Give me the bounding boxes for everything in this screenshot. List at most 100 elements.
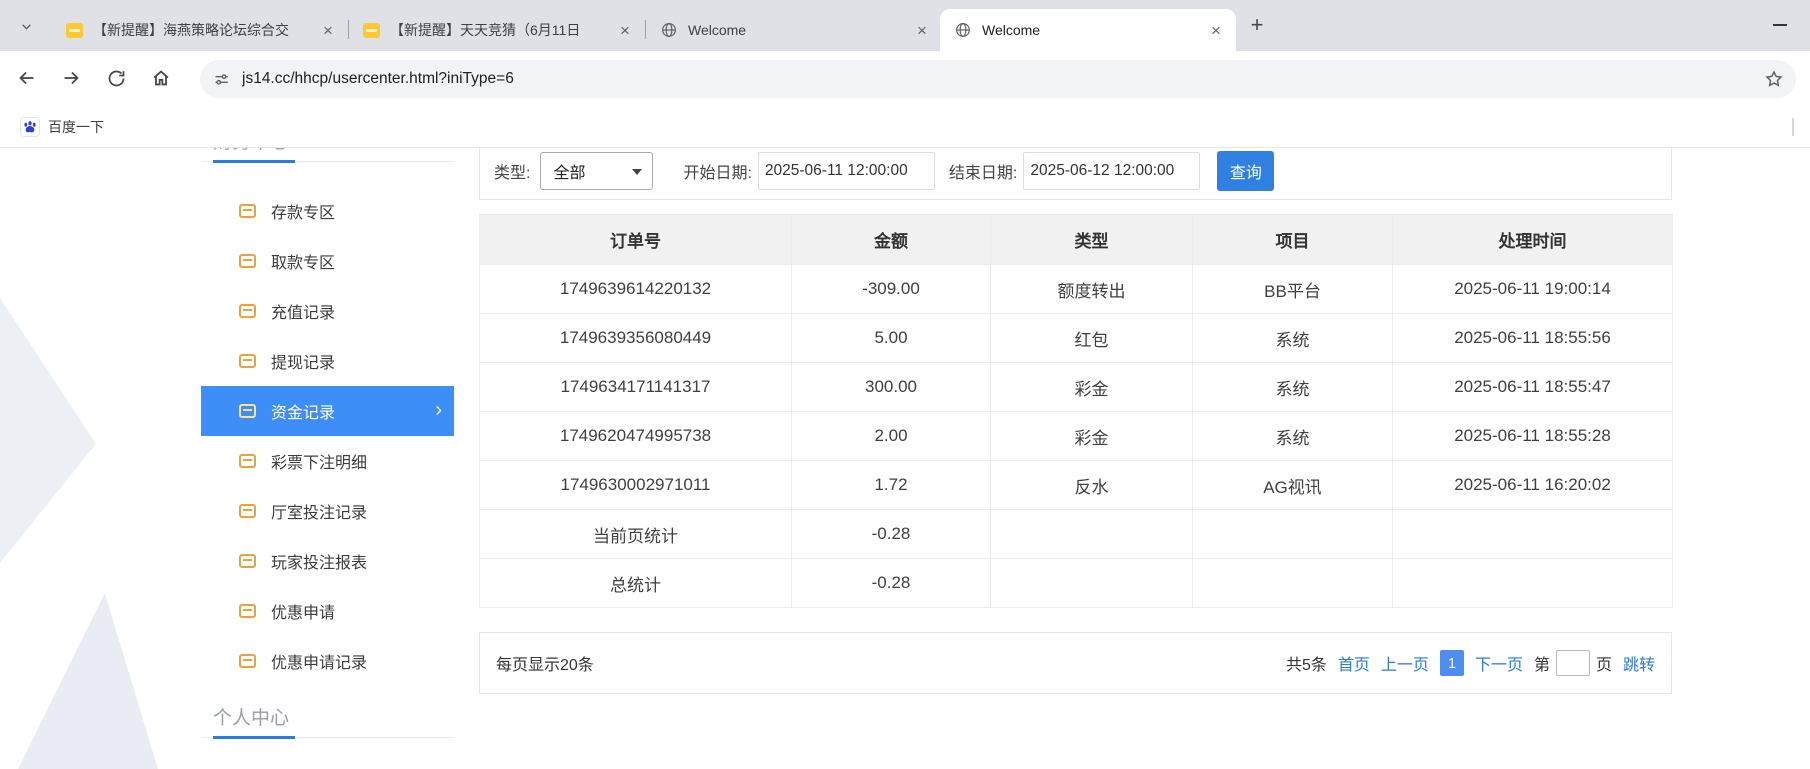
tab-close-icon[interactable] bbox=[615, 20, 635, 40]
reload-button[interactable] bbox=[99, 61, 133, 95]
bookmarks-bar-divider bbox=[1792, 118, 1794, 136]
type-select[interactable]: 全部 bbox=[540, 152, 653, 190]
next-page-link[interactable]: 下一页 bbox=[1475, 651, 1523, 675]
cell-project bbox=[1193, 559, 1393, 608]
type-label: 类型: bbox=[494, 159, 530, 183]
recharge-record-icon bbox=[239, 304, 256, 318]
col-process-time: 处理时间 bbox=[1393, 215, 1673, 265]
cell-amount: -0.28 bbox=[792, 510, 991, 559]
chevron-down-icon bbox=[20, 20, 33, 33]
decor-triangle bbox=[0, 298, 96, 563]
bookmark-label: 百度一下 bbox=[48, 117, 104, 137]
tab-close-icon[interactable] bbox=[1206, 20, 1226, 40]
page-jump-input[interactable] bbox=[1556, 650, 1590, 676]
col-project: 项目 bbox=[1193, 215, 1393, 265]
pagination-panel: 每页显示20条 共5条 首页 上一页 1 下一页 第 页 跳转 bbox=[479, 632, 1672, 694]
player-bet-report-icon bbox=[239, 554, 256, 568]
cell-amount: -0.28 bbox=[792, 559, 991, 608]
sidebar-item-label: 玩家投注报表 bbox=[271, 549, 367, 573]
cell-project: 系统 bbox=[1193, 314, 1393, 363]
promo-apply-icon bbox=[239, 604, 256, 618]
cell-type: 反水 bbox=[991, 461, 1193, 510]
home-button[interactable] bbox=[144, 61, 178, 95]
cell-process-time bbox=[1393, 559, 1673, 608]
cell-order-id: 1749639614220132 bbox=[480, 265, 792, 314]
sidebar-section-personal: 个人中心 bbox=[201, 694, 454, 738]
cell-type bbox=[991, 510, 1193, 559]
total-count-text: 共5条 bbox=[1286, 651, 1327, 675]
globe-icon bbox=[660, 21, 678, 39]
cell-amount: -309.00 bbox=[792, 265, 991, 314]
tab-close-icon[interactable] bbox=[318, 20, 338, 40]
sidebar-item-promo-apply-records[interactable]: 优惠申请记录 bbox=[201, 636, 454, 686]
cell-type: 额度转出 bbox=[991, 265, 1193, 314]
table-row: 1749634171141317 300.00 彩金 系统 2025-06-11… bbox=[480, 363, 1673, 412]
forward-arrow-icon bbox=[60, 67, 82, 89]
sidebar-item-promo-apply[interactable]: 优惠申请 bbox=[201, 586, 454, 636]
sidebar-item-label: 优惠申请 bbox=[271, 599, 335, 623]
window-minimize-button[interactable] bbox=[1763, 8, 1797, 42]
forward-button[interactable] bbox=[54, 61, 88, 95]
reload-icon bbox=[106, 68, 127, 89]
cell-amount: 5.00 bbox=[792, 314, 991, 363]
table-header-row: 订单号 金额 类型 项目 处理时间 bbox=[480, 215, 1673, 265]
table-row: 1749639614220132 -309.00 额度转出 BB平台 2025-… bbox=[480, 265, 1673, 314]
per-page-text: 每页显示20条 bbox=[496, 651, 594, 675]
sidebar-item-withdrawal-records[interactable]: 提现记录 bbox=[201, 336, 454, 386]
sidebar-item-label: 充值记录 bbox=[271, 299, 335, 323]
cell-amount: 300.00 bbox=[792, 363, 991, 412]
cell-process-time bbox=[1393, 510, 1673, 559]
bookmark-baidu[interactable]: 百度一下 bbox=[12, 112, 112, 142]
sidebar-item-recharge-records[interactable]: 充值记录 bbox=[201, 286, 454, 336]
cell-type: 红包 bbox=[991, 314, 1193, 363]
sidebar-item-player-bet-report[interactable]: 玩家投注报表 bbox=[201, 536, 454, 586]
start-date-label: 开始日期: bbox=[683, 159, 751, 183]
yellow-site-icon bbox=[66, 23, 83, 38]
prev-page-link[interactable]: 上一页 bbox=[1381, 651, 1429, 675]
sidebar-item-funds-records[interactable]: 资金记录 bbox=[201, 386, 454, 436]
sidebar-item-deposit-zone[interactable]: 存款专区 bbox=[201, 186, 454, 236]
tab-4-active[interactable]: Welcome bbox=[940, 9, 1236, 51]
tab-title: Welcome bbox=[982, 22, 1206, 38]
funds-record-icon bbox=[239, 404, 256, 418]
cell-type: 彩金 bbox=[991, 363, 1193, 412]
cell-amount: 1.72 bbox=[792, 461, 991, 510]
back-button[interactable] bbox=[10, 61, 44, 95]
records-table-panel: 订单号 金额 类型 项目 处理时间 1749639614220132 -309.… bbox=[479, 214, 1672, 608]
withdraw-icon bbox=[239, 254, 256, 268]
current-page-indicator[interactable]: 1 bbox=[1440, 650, 1464, 676]
col-amount: 金额 bbox=[792, 215, 991, 265]
jump-label-post: 页 bbox=[1596, 651, 1612, 675]
section-underline bbox=[213, 736, 295, 739]
cell-amount: 2.00 bbox=[792, 412, 991, 461]
tab-1[interactable]: 【新提醒】海燕策略论坛综合交 bbox=[52, 9, 348, 51]
cell-process-time: 2025-06-11 16:20:02 bbox=[1393, 461, 1673, 510]
col-order-id: 订单号 bbox=[480, 215, 792, 265]
cell-project bbox=[1193, 510, 1393, 559]
web-page: 财务中心 存款专区 取款专区 充值记录 提现记录 资金记录 bbox=[0, 148, 1810, 769]
jump-button[interactable]: 跳转 bbox=[1623, 651, 1655, 675]
end-date-input[interactable] bbox=[1023, 152, 1200, 190]
start-date-input[interactable] bbox=[758, 152, 935, 190]
new-tab-button[interactable] bbox=[1242, 10, 1272, 40]
cell-order-id: 1749639356080449 bbox=[480, 314, 792, 363]
tab-close-icon[interactable] bbox=[912, 20, 932, 40]
sidebar-item-lottery-bet-detail[interactable]: 彩票下注明细 bbox=[201, 436, 454, 486]
tab-3[interactable]: Welcome bbox=[646, 9, 942, 51]
search-button[interactable]: 查询 bbox=[1217, 151, 1274, 191]
select-caret-icon bbox=[632, 169, 642, 175]
tab-title: 【新提醒】海燕策略论坛综合交 bbox=[93, 20, 318, 40]
sidebar-item-hall-bet-records[interactable]: 厅室投注记录 bbox=[201, 486, 454, 536]
decor-triangle bbox=[18, 593, 158, 769]
cell-order-id: 1749634171141317 bbox=[480, 363, 792, 412]
section-title: 财务中心 bbox=[213, 148, 289, 154]
tab-2[interactable]: 【新提醒】天天竞猜（6月11日 bbox=[349, 9, 645, 51]
type-select-value: 全部 bbox=[553, 159, 585, 183]
sidebar-item-withdraw-zone[interactable]: 取款专区 bbox=[201, 236, 454, 286]
cell-project: AG视讯 bbox=[1193, 461, 1393, 510]
bookmark-star-icon[interactable] bbox=[1764, 69, 1784, 89]
address-bar[interactable]: js14.cc/hhcp/usercenter.html?iniType=6 bbox=[200, 60, 1796, 98]
lottery-bet-detail-icon bbox=[239, 454, 256, 468]
first-page-link[interactable]: 首页 bbox=[1338, 651, 1370, 675]
tab-search-button[interactable] bbox=[11, 11, 41, 41]
